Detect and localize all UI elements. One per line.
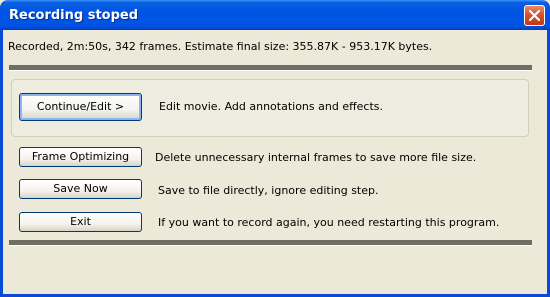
continue-edit-label: Continue/Edit > — [36, 100, 125, 113]
save-now-label: Save Now — [53, 182, 108, 195]
exit-label: Exit — [70, 215, 91, 228]
close-icon — [529, 10, 540, 21]
frame-optimizing-button[interactable]: Frame Optimizing — [19, 147, 142, 167]
recording-summary: Recorded, 2m:50s, 342 frames. Estimate f… — [8, 40, 433, 53]
bottom-divider — [9, 240, 532, 246]
close-button[interactable] — [524, 5, 545, 26]
continue-edit-button[interactable]: Continue/Edit > — [19, 93, 142, 121]
save-now-button[interactable]: Save Now — [19, 179, 142, 199]
title-bar[interactable]: Recording stoped — [0, 0, 550, 30]
continue-edit-description: Edit movie. Add annotations and effects. — [159, 100, 384, 113]
window-title: Recording stoped — [9, 8, 139, 23]
frame-optimizing-description: Delete unnecessary internal frames to sa… — [155, 151, 477, 164]
save-now-description: Save to file directly, ignore editing st… — [158, 184, 379, 197]
frame-optimizing-label: Frame Optimizing — [31, 150, 130, 163]
exit-button[interactable]: Exit — [19, 212, 142, 232]
top-divider — [9, 65, 532, 71]
exit-description: If you want to record again, you need re… — [158, 216, 500, 229]
